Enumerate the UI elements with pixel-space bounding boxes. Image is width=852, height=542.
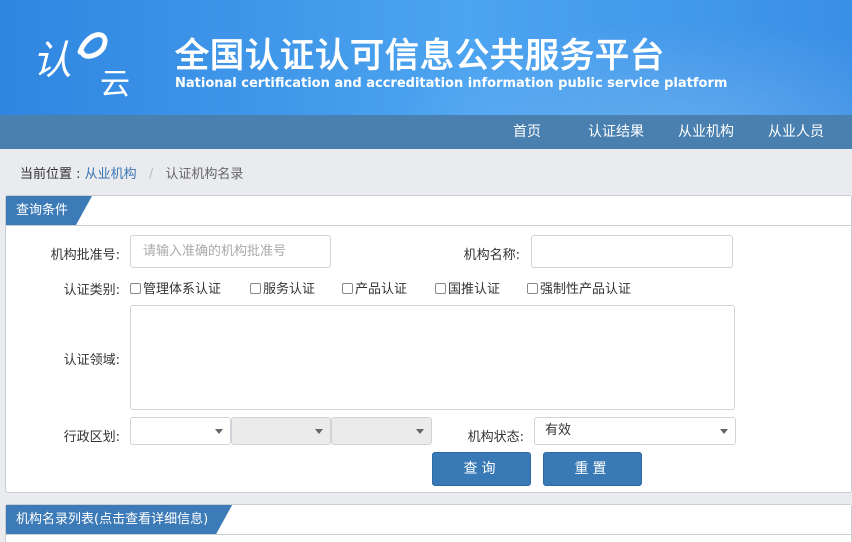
list-panel: 机构名录列表(点击查看详细信息)	[5, 504, 852, 542]
breadcrumb-current: 认证机构名录	[165, 167, 244, 182]
cert-field-label: 认证领域:	[63, 353, 120, 368]
checkbox-label: 服务认证	[263, 282, 316, 297]
chevron-down-icon	[416, 429, 424, 434]
svg-text:认: 认	[32, 38, 72, 84]
breadcrumb-link-organizations[interactable]: 从业机构	[85, 167, 137, 182]
checkbox-box[interactable]	[342, 283, 353, 294]
nav-item-personnel[interactable]: 从业人员	[768, 115, 824, 149]
org-name-input[interactable]	[531, 235, 733, 268]
chevron-down-icon	[215, 429, 223, 434]
site-subtitle: National certification and accreditation…	[175, 76, 728, 91]
reset-button[interactable]: 重置	[543, 452, 642, 486]
site-title: 全国认证认可信息公共服务平台	[175, 36, 665, 76]
status-select[interactable]: 有效	[534, 417, 736, 445]
district-select[interactable]	[331, 417, 432, 445]
breadcrumb: 当前位置 : 从业机构 / 认证机构名录	[20, 163, 243, 182]
checkbox-product[interactable]: 产品认证	[342, 278, 407, 297]
site-header: 认 云 全国认证认可信息公共服务平台 National certificatio…	[0, 0, 852, 115]
province-select[interactable]	[130, 417, 231, 445]
checkbox-service[interactable]: 服务认证	[250, 278, 315, 297]
status-value: 有效	[545, 423, 572, 438]
region-label: 行政区划:	[63, 430, 120, 445]
checkbox-label: 产品认证	[355, 282, 408, 297]
cert-field-box[interactable]	[130, 305, 735, 410]
checkbox-box[interactable]	[435, 283, 446, 294]
breadcrumb-prefix: 当前位置 :	[20, 167, 81, 182]
approval-no-label: 机构批准号:	[50, 248, 120, 263]
checkbox-label: 强制性产品认证	[540, 282, 632, 297]
nav-item-home[interactable]: 首页	[513, 115, 541, 149]
search-button[interactable]: 查询	[432, 452, 531, 486]
city-select[interactable]	[231, 417, 331, 445]
org-name-label: 机构名称:	[463, 248, 520, 263]
nav-item-cert-results[interactable]: 认证结果	[588, 115, 644, 149]
query-panel-header: 查询条件	[6, 196, 851, 226]
approval-no-input[interactable]	[130, 235, 331, 268]
checkbox-label: 管理体系认证	[143, 282, 222, 297]
checkbox-compulsory-product[interactable]: 强制性产品认证	[527, 278, 631, 297]
breadcrumb-separator: /	[148, 167, 154, 182]
nav-item-organizations[interactable]: 从业机构	[678, 115, 734, 149]
main-navbar: 首页 认证结果 从业机构 从业人员	[0, 115, 852, 149]
checkbox-label: 国推认证	[448, 282, 501, 297]
checkbox-management-system[interactable]: 管理体系认证	[130, 278, 221, 297]
cert-type-label: 认证类别:	[63, 283, 120, 298]
renyun-logo-icon[interactable]: 认 云	[30, 22, 150, 102]
svg-text:云: 云	[100, 67, 130, 102]
checkbox-box[interactable]	[130, 283, 141, 294]
checkbox-box[interactable]	[250, 283, 261, 294]
checkbox-box[interactable]	[527, 283, 538, 294]
checkbox-national-promotion[interactable]: 国推认证	[435, 278, 500, 297]
list-panel-header: 机构名录列表(点击查看详细信息)	[6, 505, 851, 535]
query-panel-tab: 查询条件	[6, 196, 92, 225]
status-label: 机构状态:	[467, 430, 524, 445]
list-panel-tab: 机构名录列表(点击查看详细信息)	[6, 505, 232, 534]
chevron-down-icon	[720, 429, 728, 434]
chevron-down-icon	[315, 429, 323, 434]
